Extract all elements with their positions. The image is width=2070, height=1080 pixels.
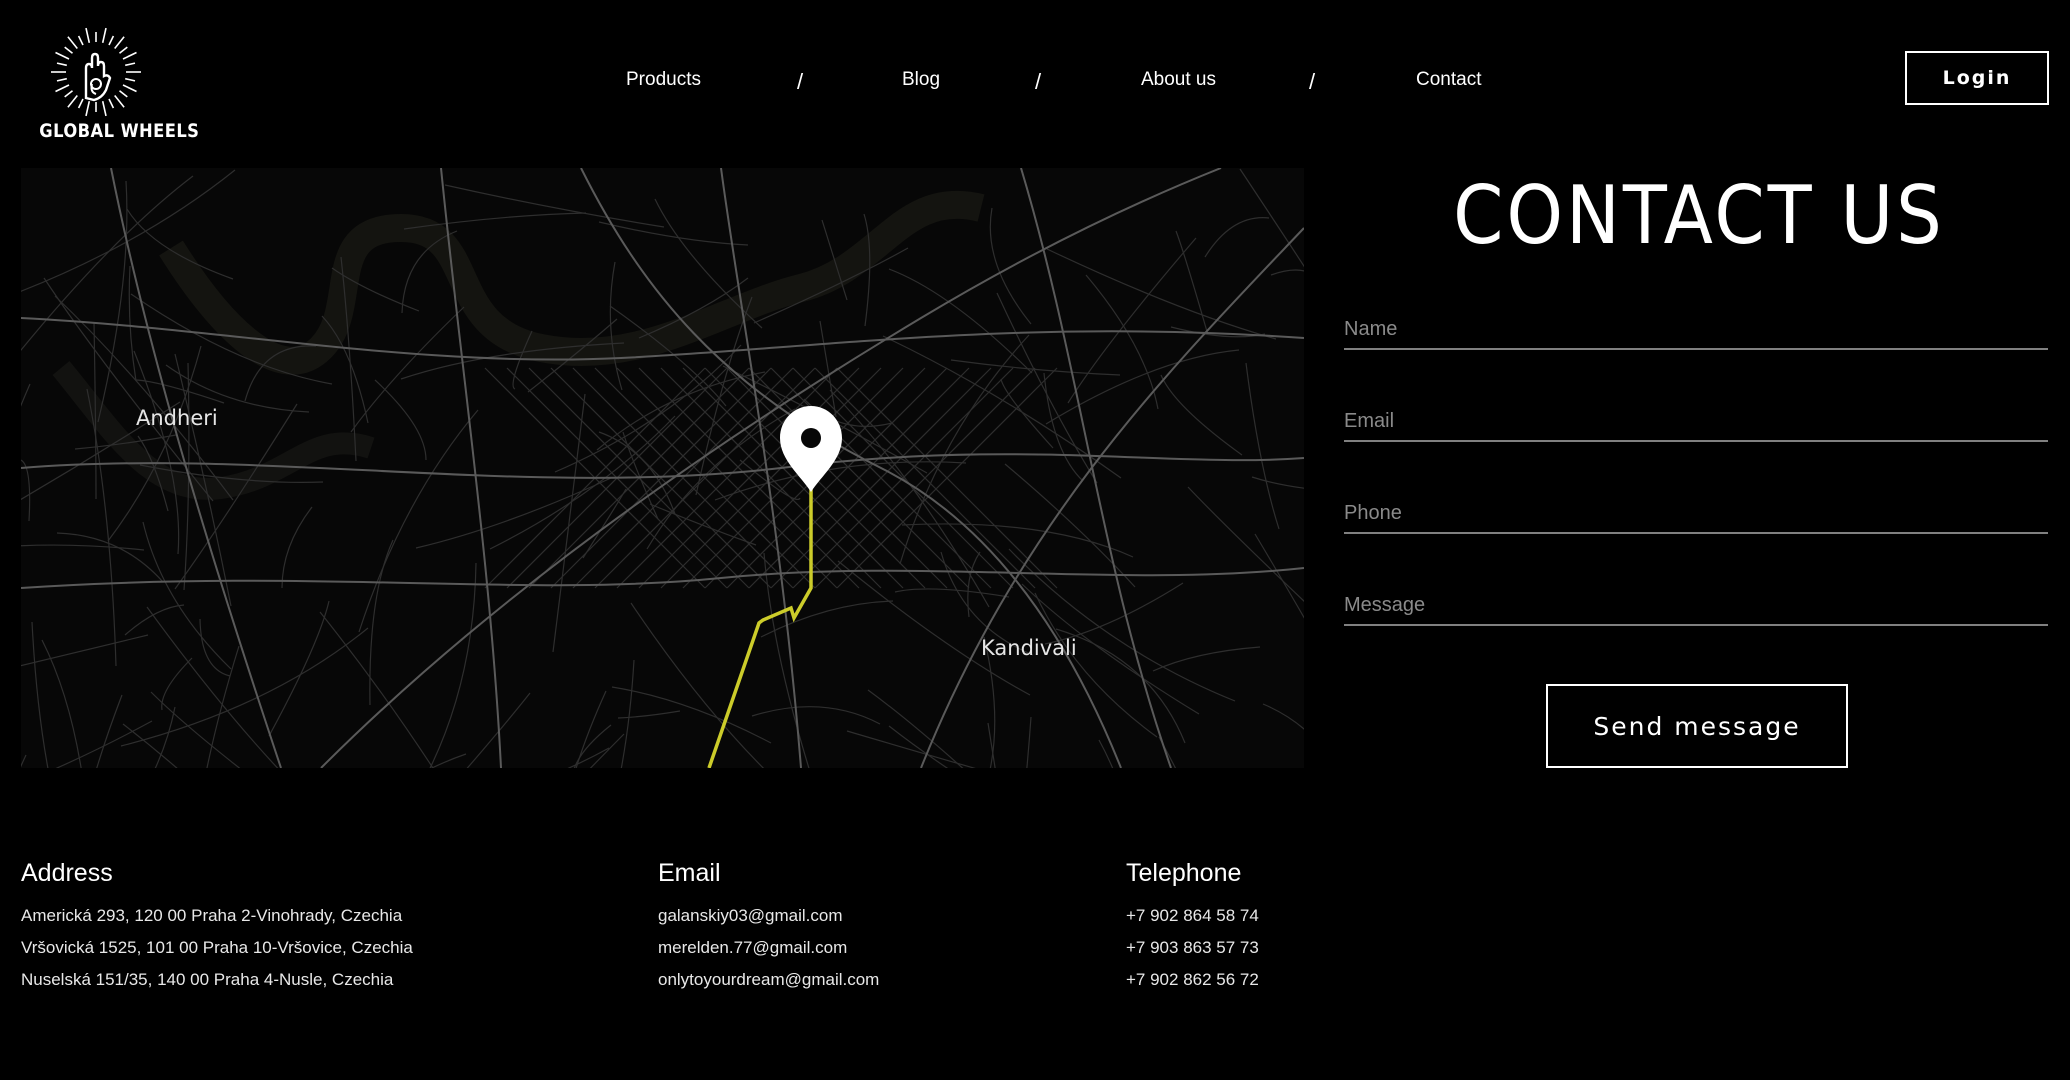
location-map[interactable]: Andheri Kandivali — [21, 168, 1304, 768]
send-message-button[interactable]: Send message — [1546, 684, 1848, 768]
map-label-andheri: Andheri — [136, 406, 218, 430]
address-line: Vršovická 1525, 101 00 Praha 10-Vršovice… — [21, 938, 413, 957]
name-input[interactable] — [1344, 306, 2048, 346]
nav-item-about-us[interactable]: About us — [1141, 69, 1216, 91]
login-button[interactable]: Login — [1905, 51, 2049, 105]
email-field[interactable] — [1344, 398, 2048, 442]
nav-item-contact[interactable]: Contact — [1416, 69, 1481, 91]
email-link[interactable]: galanskiy03@gmail.com — [658, 900, 879, 932]
location-pin-icon[interactable] — [780, 406, 842, 492]
address-section: Address Americká 293, 120 00 Praha 2-Vin… — [21, 858, 413, 996]
message-field[interactable] — [1344, 582, 2048, 626]
email-link[interactable]: merelden.77@gmail.com — [658, 932, 879, 964]
nav-separator: / — [1035, 69, 1042, 94]
main-nav: Products / Blog / About us / Contact — [0, 66, 2070, 96]
map-route — [707, 486, 813, 768]
name-field[interactable] — [1344, 306, 2048, 350]
nav-item-blog[interactable]: Blog — [902, 69, 940, 91]
map-label-kandivali: Kandivali — [981, 636, 1077, 660]
phone-input[interactable] — [1344, 490, 2048, 530]
phone-field[interactable] — [1344, 490, 2048, 534]
phone-link[interactable]: +7 902 864 58 74 — [1126, 900, 1259, 932]
nav-item-products[interactable]: Products — [626, 69, 701, 91]
address-line: Nuselská 151/35, 140 00 Praha 4-Nusle, C… — [21, 970, 394, 989]
email-input[interactable] — [1344, 398, 2048, 438]
nav-separator: / — [1309, 69, 1316, 94]
nav-separator: / — [797, 69, 804, 94]
email-heading: Email — [658, 859, 721, 887]
telephone-heading: Telephone — [1126, 859, 1242, 887]
message-input[interactable] — [1344, 582, 2048, 622]
phone-link[interactable]: +7 902 862 56 72 — [1126, 964, 1259, 996]
map-streets — [21, 168, 1304, 768]
email-section: Email galanskiy03@gmail.com merelden.77@… — [658, 858, 879, 996]
address-heading: Address — [21, 859, 113, 887]
telephone-section: Telephone +7 902 864 58 74 +7 903 863 57… — [1126, 858, 1259, 996]
address-line: Americká 293, 120 00 Praha 2-Vinohrady, … — [21, 906, 403, 925]
email-link[interactable]: onlytoyourdream@gmail.com — [658, 964, 879, 996]
phone-link[interactable]: +7 903 863 57 73 — [1126, 932, 1259, 964]
brand-name: GLOBAL WHEELS — [39, 120, 200, 142]
contact-title: CONTACT US — [1453, 169, 1945, 262]
